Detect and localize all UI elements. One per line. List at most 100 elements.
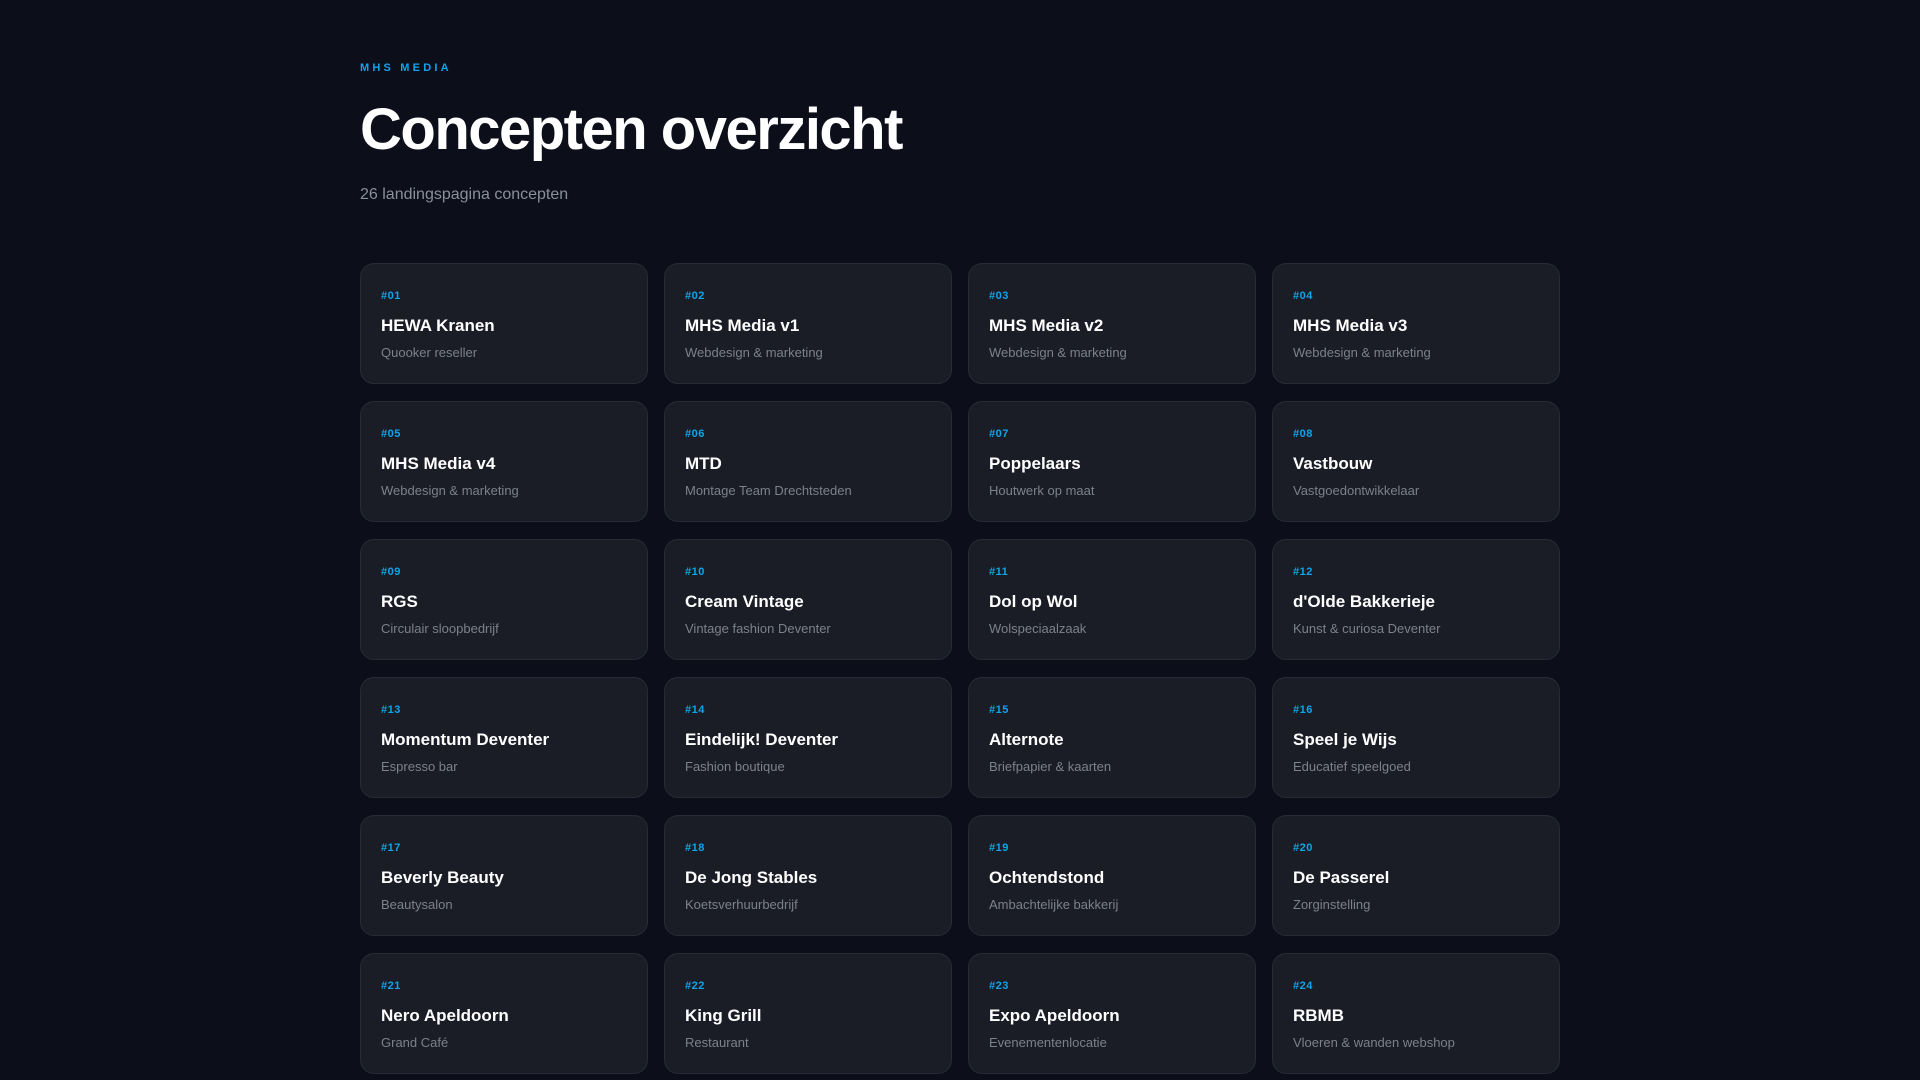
- brand-label: MHS MEDIA: [360, 62, 452, 74]
- concept-name: HEWA Kranen: [381, 316, 495, 335]
- page-subtitle: 26 landingspagina concepten: [360, 186, 569, 203]
- concept-name: d'Olde Bakkerieje: [1293, 592, 1436, 611]
- concept-number: #16: [1293, 704, 1313, 716]
- concept-name: Momentum Deventer: [381, 730, 550, 749]
- concept-name: King Grill: [685, 1006, 762, 1025]
- concept-number: #11: [989, 566, 1009, 578]
- concept-description: Vloeren & wanden webshop: [1293, 1035, 1455, 1050]
- concept-card[interactable]: #04 MHS Media v3 Webdesign & marketing: [1272, 263, 1560, 384]
- concept-card[interactable]: #02 MHS Media v1 Webdesign & marketing: [664, 263, 952, 384]
- concept-card[interactable]: #19 Ochtendstond Ambachtelijke bakkerij: [968, 815, 1256, 936]
- concept-name: MHS Media v3: [1293, 316, 1408, 335]
- concept-description: Vintage fashion Deventer: [685, 621, 831, 636]
- concept-number: #09: [381, 566, 401, 578]
- concept-name: RBMB: [1293, 1006, 1344, 1025]
- concept-number: #03: [989, 290, 1009, 302]
- concept-number: #08: [1293, 428, 1313, 440]
- concept-description: Fashion boutique: [685, 759, 785, 774]
- concept-name: Beverly Beauty: [381, 868, 504, 887]
- concept-card[interactable]: #03 MHS Media v2 Webdesign & marketing: [968, 263, 1256, 384]
- concept-description: Zorginstelling: [1293, 897, 1371, 912]
- concept-description: Briefpapier & kaarten: [989, 759, 1112, 774]
- concept-number: #07: [989, 428, 1009, 440]
- concept-description: Webdesign & marketing: [1293, 345, 1431, 360]
- concept-name: MHS Media v4: [381, 454, 496, 473]
- concept-card[interactable]: #10 Cream Vintage Vintage fashion Deventer: [664, 539, 952, 660]
- page-title: Concepten overzicht: [360, 97, 903, 162]
- concept-name: Cream Vintage: [685, 592, 804, 611]
- concept-description: Webdesign & marketing: [989, 345, 1127, 360]
- concept-number: #06: [685, 428, 705, 440]
- concept-name: MHS Media v1: [685, 316, 800, 335]
- concept-description: Restaurant: [685, 1035, 749, 1050]
- concept-name: MHS Media v2: [989, 316, 1104, 335]
- concept-card[interactable]: #14 Eindelijk! Deventer Fashion boutique: [664, 677, 952, 798]
- concept-card[interactable]: #21 Nero Apeldoorn Grand Café: [360, 953, 648, 1074]
- concept-number: #20: [1293, 842, 1313, 854]
- concept-description: Espresso bar: [381, 759, 458, 774]
- concept-card[interactable]: #16 Speel je Wijs Educatief speelgoed: [1272, 677, 1560, 798]
- concept-name: Alternote: [989, 730, 1064, 749]
- concept-card[interactable]: #15 Alternote Briefpapier & kaarten: [968, 677, 1256, 798]
- concept-card[interactable]: #05 MHS Media v4 Webdesign & marketing: [360, 401, 648, 522]
- concept-grid: #01 HEWA Kranen Quooker reseller #02 MHS Med…: [360, 263, 1560, 1074]
- concept-card[interactable]: #12 d'Olde Bakkerieje Kunst & curiosa Deve…: [1272, 539, 1560, 660]
- concept-name: Eindelijk! Deventer: [685, 730, 839, 749]
- concept-description: Wolspeciaalzaak: [989, 621, 1087, 636]
- concept-card[interactable]: #22 King Grill Restaurant: [664, 953, 952, 1074]
- concept-description: Ambachtelijke bakkerij: [989, 897, 1119, 912]
- concept-name: Poppelaars: [989, 454, 1081, 473]
- concept-name: Vastbouw: [1293, 454, 1373, 473]
- concept-card[interactable]: #24 RBMB Vloeren & wanden webshop: [1272, 953, 1560, 1074]
- concept-number: #14: [685, 704, 705, 716]
- concept-card[interactable]: #08 Vastbouw Vastgoedontwikkelaar: [1272, 401, 1560, 522]
- concept-card[interactable]: #18 De Jong Stables Koetsverhuurbedrijf: [664, 815, 952, 936]
- concept-name: Speel je Wijs: [1293, 730, 1397, 749]
- concept-description: Webdesign & marketing: [381, 483, 519, 498]
- concept-name: De Jong Stables: [685, 868, 818, 887]
- concept-name: Dol op Wol: [989, 592, 1078, 611]
- concept-number: #01: [381, 290, 401, 302]
- concept-number: #23: [989, 980, 1009, 992]
- concept-number: #22: [685, 980, 705, 992]
- concept-name: Expo Apeldoorn: [989, 1006, 1120, 1025]
- concept-number: #04: [1293, 290, 1313, 302]
- concept-card[interactable]: #09 RGS Circulair sloopbedrijf: [360, 539, 648, 660]
- concept-description: Evenementenlocatie: [989, 1035, 1107, 1050]
- concept-description: Vastgoedontwikkelaar: [1293, 483, 1420, 498]
- concept-name: De Passerel: [1293, 868, 1390, 887]
- concept-card[interactable]: #13 Momentum Deventer Espresso bar: [360, 677, 648, 798]
- concept-number: #15: [989, 704, 1009, 716]
- concept-name: RGS: [381, 592, 418, 611]
- concept-card[interactable]: #06 MTD Montage Team Drechtsteden: [664, 401, 952, 522]
- concept-card[interactable]: #11 Dol op Wol Wolspeciaalzaak: [968, 539, 1256, 660]
- concept-description: Grand Café: [381, 1035, 449, 1050]
- concept-card[interactable]: #01 HEWA Kranen Quooker reseller: [360, 263, 648, 384]
- concept-description: Educatief speelgoed: [1293, 759, 1411, 774]
- concept-card[interactable]: #23 Expo Apeldoorn Evenementenlocatie: [968, 953, 1256, 1074]
- concept-description: Webdesign & marketing: [685, 345, 823, 360]
- concept-number: #13: [381, 704, 401, 716]
- concept-card[interactable]: #20 De Passerel Zorginstelling: [1272, 815, 1560, 936]
- concept-number: #17: [381, 842, 401, 854]
- concept-number: #19: [989, 842, 1009, 854]
- concept-description: Beautysalon: [381, 897, 453, 912]
- concept-description: Quooker reseller: [381, 345, 478, 360]
- concept-description: Circulair sloopbedrijf: [381, 621, 499, 636]
- concept-description: Montage Team Drechtsteden: [685, 483, 852, 498]
- concept-number: #12: [1293, 566, 1313, 578]
- concept-name: Nero Apeldoorn: [381, 1006, 509, 1025]
- concept-name: MTD: [685, 454, 722, 473]
- concept-card[interactable]: #07 Poppelaars Houtwerk op maat: [968, 401, 1256, 522]
- concept-number: #18: [685, 842, 705, 854]
- concept-number: #24: [1293, 980, 1313, 992]
- concept-card[interactable]: #17 Beverly Beauty Beautysalon: [360, 815, 648, 936]
- concept-description: Kunst & curiosa Deventer: [1293, 621, 1441, 636]
- concept-description: Houtwerk op maat: [989, 483, 1095, 498]
- concept-number: #10: [685, 566, 705, 578]
- concept-number: #05: [381, 428, 401, 440]
- concept-name: Ochtendstond: [989, 868, 1105, 887]
- concept-number: #02: [685, 290, 705, 302]
- concept-number: #21: [381, 980, 401, 992]
- concept-description: Koetsverhuurbedrijf: [685, 897, 798, 912]
